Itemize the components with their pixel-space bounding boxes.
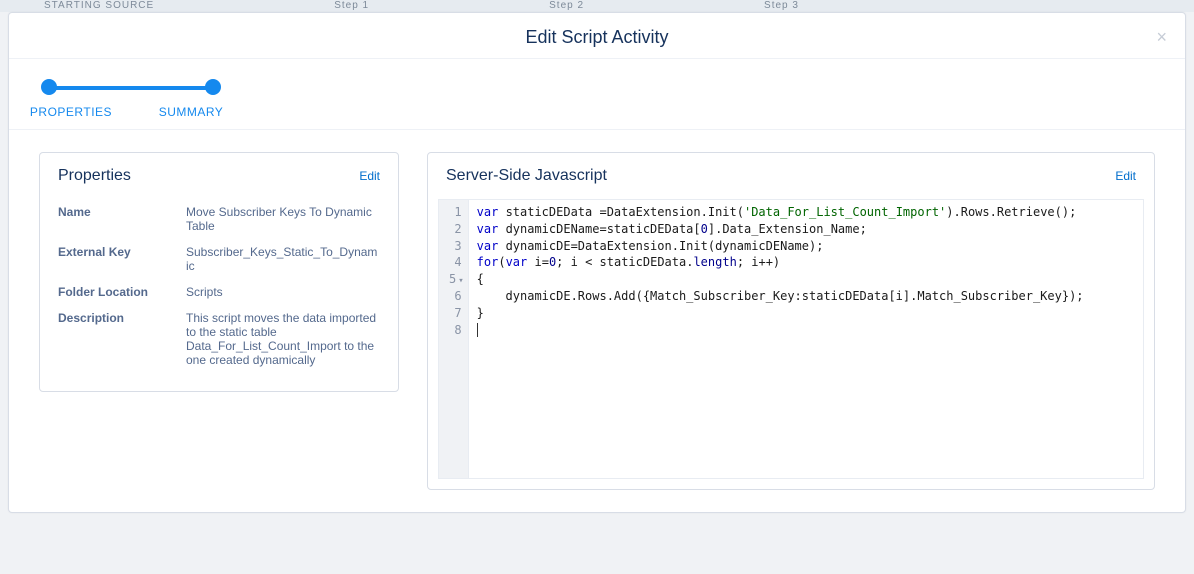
prop-val: Scripts <box>186 285 223 299</box>
properties-table: Name Move Subscriber Keys To Dynamic Tab… <box>40 195 398 391</box>
code-panel: Server-Side Javascript Edit 12345▾678 va… <box>427 152 1155 490</box>
prop-row-description: Description This script moves the data i… <box>58 305 380 373</box>
step-track <box>41 79 221 95</box>
code-editor[interactable]: 12345▾678 var staticDEData =DataExtensio… <box>438 199 1144 479</box>
properties-edit-link[interactable]: Edit <box>359 169 380 183</box>
modal-title: Edit Script Activity <box>9 27 1185 48</box>
prop-row-external-key: External Key Subscriber_Keys_Static_To_D… <box>58 239 380 279</box>
bg-step-2: Step 2 <box>549 0 584 11</box>
background-wizard-strip: STARTING SOURCE Step 1 Step 2 Step 3 <box>0 0 1194 12</box>
prop-val: This script moves the data imported to t… <box>186 311 380 367</box>
prop-key: External Key <box>58 245 186 259</box>
step-label-properties[interactable]: PROPERTIES <box>21 105 121 119</box>
bg-step-1: Step 1 <box>334 0 369 11</box>
prop-key: Description <box>58 311 186 325</box>
code-lines[interactable]: var staticDEData =DataExtension.Init('Da… <box>469 200 1143 478</box>
prop-val: Subscriber_Keys_Static_To_Dynamic <box>186 245 380 273</box>
code-gutter: 12345▾678 <box>439 200 469 478</box>
step-dot-summary[interactable] <box>205 79 221 95</box>
prop-row-name: Name Move Subscriber Keys To Dynamic Tab… <box>58 199 380 239</box>
bg-step-3: Step 3 <box>764 0 799 11</box>
prop-row-folder: Folder Location Scripts <box>58 279 380 305</box>
bg-step-source: STARTING SOURCE <box>44 0 154 11</box>
properties-panel-header: Properties Edit <box>40 153 398 195</box>
prop-key: Folder Location <box>58 285 186 299</box>
code-panel-title: Server-Side Javascript <box>446 167 607 185</box>
step-label-summary[interactable]: SUMMARY <box>141 105 241 119</box>
code-panel-header: Server-Side Javascript Edit <box>428 153 1154 195</box>
properties-panel-title: Properties <box>58 167 131 185</box>
step-labels: PROPERTIES SUMMARY <box>21 105 241 119</box>
stepper: PROPERTIES SUMMARY <box>9 59 1185 130</box>
properties-panel: Properties Edit Name Move Subscriber Key… <box>39 152 399 392</box>
step-line <box>49 86 213 90</box>
step-dot-properties[interactable] <box>41 79 57 95</box>
prop-key: Name <box>58 205 186 219</box>
edit-script-modal: Edit Script Activity × PROPERTIES SUMMAR… <box>8 12 1186 513</box>
code-edit-link[interactable]: Edit <box>1115 169 1136 183</box>
modal-content: Properties Edit Name Move Subscriber Key… <box>9 130 1185 512</box>
prop-val: Move Subscriber Keys To Dynamic Table <box>186 205 380 233</box>
modal-header: Edit Script Activity × <box>9 13 1185 59</box>
close-icon[interactable]: × <box>1156 27 1167 48</box>
